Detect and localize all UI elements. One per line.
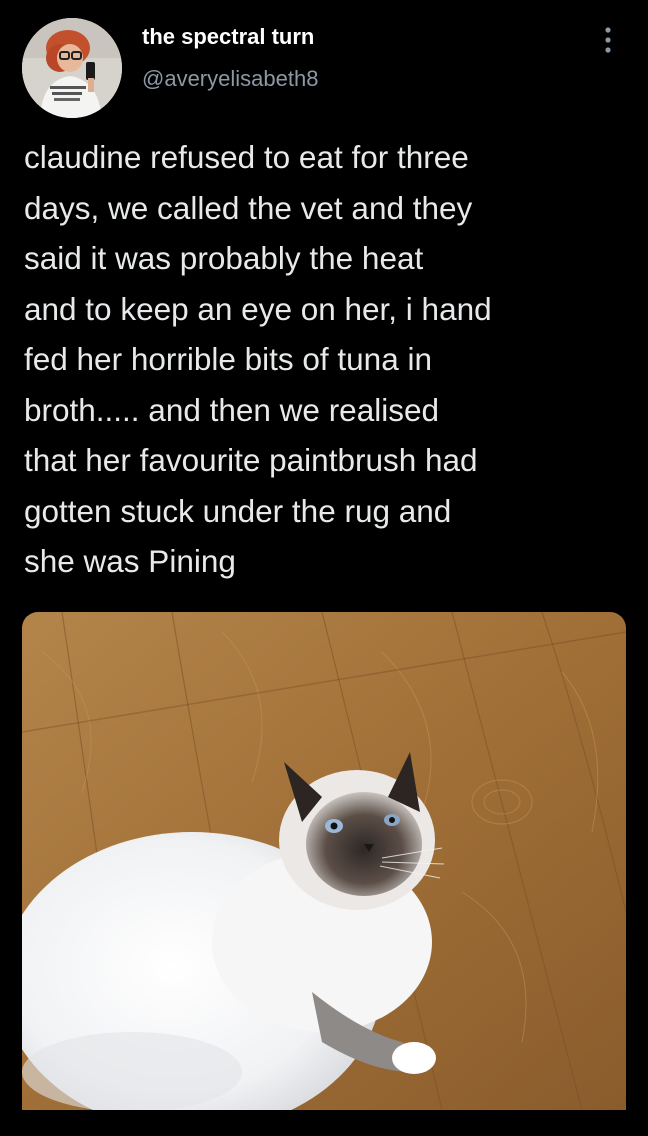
tweet-text: claudine refused to eat for three days, … <box>24 139 492 579</box>
avatar[interactable] <box>22 18 122 118</box>
avatar-image <box>22 18 122 118</box>
more-vertical-icon <box>605 27 611 53</box>
cat-photo <box>22 612 626 1110</box>
tweet-header: the spectral turn @averyelisabeth8 <box>0 0 648 120</box>
more-options-button[interactable] <box>594 24 622 56</box>
user-handle[interactable]: @averyelisabeth8 <box>142 66 318 92</box>
tweet-media[interactable] <box>22 612 626 1110</box>
display-name[interactable]: the spectral turn <box>142 24 314 50</box>
